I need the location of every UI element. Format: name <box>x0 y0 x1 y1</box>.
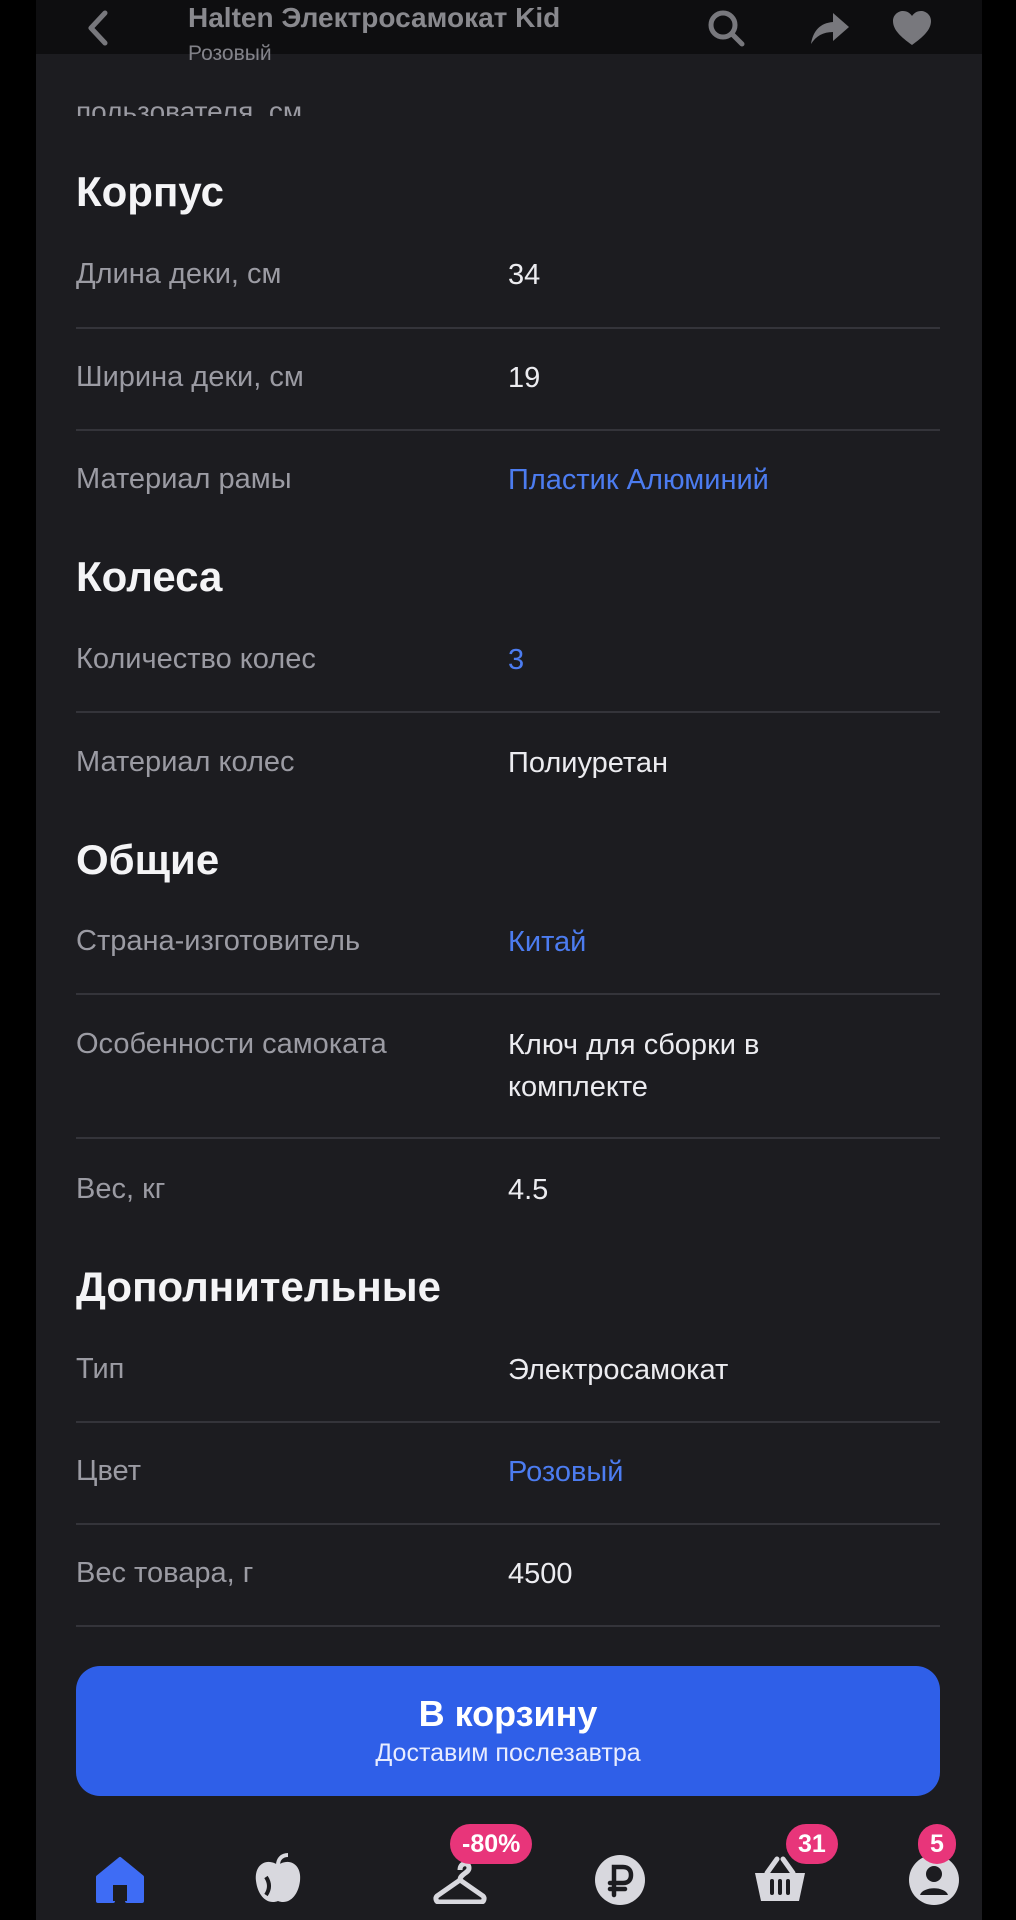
row-value-link[interactable]: Китай <box>508 921 928 963</box>
divider <box>76 711 940 713</box>
top-bar: Halten Электросамокат Kid <box>36 0 982 54</box>
row-value: 4.5 <box>508 1174 549 1206</box>
cart-count-badge: 31 <box>786 1824 838 1864</box>
profile-badge: 5 <box>918 1824 956 1864</box>
row-value-link[interactable]: Пластик Алюминий <box>508 459 928 501</box>
share-icon[interactable] <box>808 8 852 48</box>
row-value: Электросамокат <box>508 1354 729 1386</box>
row-label: Тип <box>76 1353 125 1385</box>
app-screen: Halten Электросамокат Kid Розовый пользо… <box>36 0 982 1920</box>
divider <box>76 1523 940 1525</box>
add-to-cart-button[interactable]: В корзину Доставим послезавтра <box>76 1666 940 1796</box>
divider <box>76 1421 940 1423</box>
bottom-navigation: -80% 31 5 <box>36 1810 982 1920</box>
heart-icon[interactable] <box>890 8 934 48</box>
row-label: Вес, кг <box>76 1173 166 1205</box>
ruble-icon <box>593 1853 647 1912</box>
row-value-link[interactable]: 3 <box>508 639 928 681</box>
row-label: Особенности самоката <box>76 1028 387 1060</box>
row-label: Ширина деки, см <box>76 361 304 393</box>
row-label: Материал колес <box>76 746 295 778</box>
row-value: Полиуретан <box>508 747 669 779</box>
row-label: Количество колес <box>76 643 316 675</box>
nav-catalog[interactable] <box>246 1850 310 1914</box>
clipped-row-label: пользователя, см <box>76 96 303 116</box>
row-label: Длина деки, см <box>76 258 282 290</box>
nav-home[interactable] <box>88 1850 152 1914</box>
section-title-additional: Дополнительные <box>76 1263 441 1310</box>
row-label: Цвет <box>76 1455 141 1487</box>
divider <box>76 1625 940 1627</box>
section-title-wheels: Колеса <box>76 553 223 600</box>
row-label: Материал рамы <box>76 463 292 495</box>
divider <box>76 429 940 431</box>
row-label: Вес товара, г <box>76 1557 254 1589</box>
add-to-cart-label: В корзину <box>418 1693 598 1734</box>
divider <box>76 993 940 995</box>
back-arrow-icon[interactable] <box>76 8 120 48</box>
sale-badge: -80% <box>450 1824 533 1864</box>
delivery-info: Доставим послезавтра <box>375 1739 641 1767</box>
row-value: 19 <box>508 362 541 394</box>
divider <box>76 327 940 329</box>
product-title: Halten Электросамокат Kid <box>188 2 561 33</box>
row-value: Ключ для сборки в комплекте <box>508 1029 760 1103</box>
section-title-general: Общие <box>76 836 220 883</box>
catalog-icon <box>252 1852 304 1912</box>
product-variant: Розовый <box>188 42 272 65</box>
nav-payments[interactable] <box>588 1850 652 1914</box>
section-title-body: Корпус <box>76 168 224 215</box>
divider <box>76 1137 940 1139</box>
row-value-link[interactable]: Розовый <box>508 1451 928 1493</box>
row-value: 34 <box>508 259 541 291</box>
row-value: 4500 <box>508 1558 573 1590</box>
row-label: Страна-изготовитель <box>76 925 361 957</box>
home-icon <box>93 1855 147 1910</box>
search-icon[interactable] <box>704 8 748 48</box>
